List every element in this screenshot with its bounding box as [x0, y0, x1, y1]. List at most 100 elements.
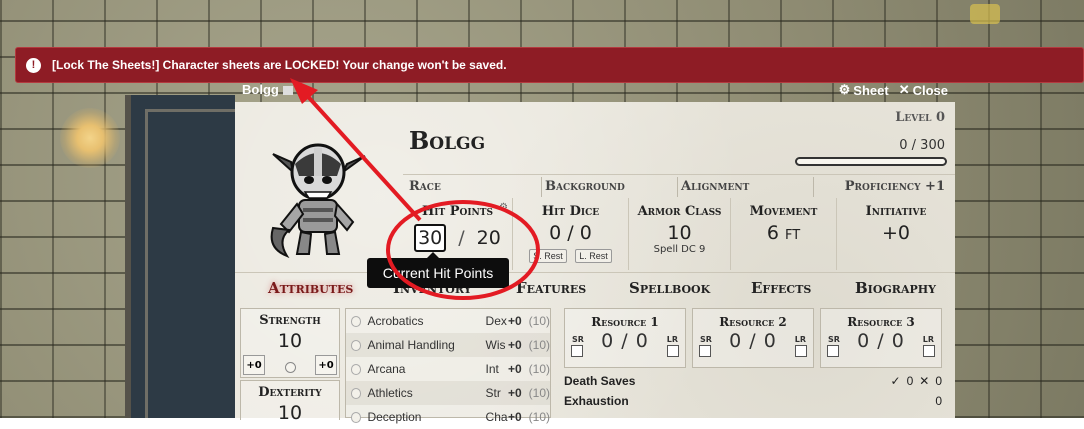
- long-rest-button[interactable]: L. Rest: [575, 249, 612, 263]
- alert-icon: !: [26, 57, 41, 73]
- long-rest-recharge-checkbox[interactable]: [795, 345, 807, 357]
- proficiency-toggle[interactable]: [351, 339, 362, 351]
- sheet-tabs: Attributes Inventory Features Spellbook …: [235, 272, 955, 302]
- long-rest-recharge-checkbox[interactable]: [667, 345, 679, 357]
- skill-passive: (10): [528, 410, 551, 424]
- attribute-strength: Strength 10 +0 +0: [240, 308, 340, 378]
- gear-icon[interactable]: ⚙: [499, 202, 508, 213]
- background-field[interactable]: Background: [545, 179, 625, 194]
- initiative-label: Initiative: [865, 204, 927, 219]
- exhaustion-row: Exhaustion 0: [564, 394, 942, 408]
- character-info-row: Race Background Alignment Proficiency +1: [403, 174, 955, 198]
- current-hp-input[interactable]: 30: [414, 224, 447, 252]
- skill-name: Animal Handling: [367, 338, 455, 352]
- strength-save-proficiency-toggle[interactable]: [285, 362, 296, 373]
- tab-biography[interactable]: Biography: [855, 279, 936, 297]
- resource-label[interactable]: Resource 3: [821, 315, 941, 329]
- strength-modifier-button[interactable]: +0: [243, 355, 265, 375]
- resource-label[interactable]: Resource 2: [693, 315, 813, 329]
- attribute-dexterity: Dexterity 10: [240, 380, 340, 424]
- proficiency-toggle[interactable]: [351, 411, 362, 423]
- skill-modifier[interactable]: +0: [508, 386, 529, 400]
- window-title: Bolgg: [242, 82, 293, 97]
- character-name[interactable]: Bolgg: [409, 126, 485, 155]
- short-rest-recharge-checkbox[interactable]: [827, 345, 839, 357]
- close-icon: ✕: [898, 82, 910, 97]
- close-button[interactable]: ✕ Close: [899, 82, 948, 98]
- resource-label[interactable]: Resource 1: [565, 315, 685, 329]
- skill-modifier[interactable]: +0: [508, 410, 529, 424]
- character-sheet: Bolgg Level 0 0 / 300 Race Background Al…: [235, 102, 955, 424]
- skill-passive: (10): [528, 338, 551, 352]
- map-token-marker: [970, 4, 1000, 24]
- skill-passive: (10): [528, 386, 551, 400]
- long-rest-recharge-checkbox[interactable]: [923, 345, 935, 357]
- hit-dice-label: Hit Dice: [541, 204, 600, 219]
- hit-points-label: Hit Points: [422, 204, 493, 219]
- skill-name: Athletics: [367, 386, 413, 400]
- check-icon: ✓: [890, 374, 901, 388]
- skills-list: Acrobatics Dex +0 (10) Animal Handling W…: [345, 308, 551, 424]
- proficiency-toggle[interactable]: [351, 387, 362, 399]
- movement-value[interactable]: 6 ft: [731, 222, 836, 244]
- skill-row[interactable]: Arcana Int +0 (10): [346, 357, 550, 381]
- armor-class-label: Armor Class: [637, 204, 722, 219]
- skill-row[interactable]: Deception Cha +0 (10): [346, 405, 550, 429]
- short-rest-button[interactable]: S. Rest: [529, 249, 567, 263]
- skill-ability: Cha: [485, 410, 508, 424]
- map-torch-light: [60, 108, 120, 168]
- tab-attributes[interactable]: Attributes: [268, 279, 353, 297]
- armor-class-box: Armor Class 10 Spell DC 9: [629, 198, 731, 270]
- dexterity-label: Dexterity: [258, 385, 322, 400]
- current-hp-tooltip: Current Hit Points: [367, 252, 509, 288]
- short-rest-recharge-label: SR: [828, 335, 840, 344]
- character-window-titlebar[interactable]: Bolgg ⚙ Sheet ✕ Close: [236, 80, 956, 100]
- long-rest-recharge-label: LR: [794, 335, 806, 344]
- initiative-value[interactable]: +0: [837, 222, 955, 244]
- death-save-successes[interactable]: 0: [907, 374, 914, 388]
- hp-separator: /: [458, 227, 465, 249]
- gear-icon: ⚙: [838, 82, 851, 97]
- tab-spellbook[interactable]: Spellbook: [629, 279, 710, 297]
- map-dungeon-area: [125, 95, 235, 418]
- skill-modifier[interactable]: +0: [508, 314, 529, 328]
- tab-effects[interactable]: Effects: [751, 279, 811, 297]
- exhaustion-label: Exhaustion: [564, 394, 629, 408]
- strength-label: Strength: [259, 313, 321, 328]
- movement-label: Movement: [749, 204, 818, 219]
- skill-modifier[interactable]: +0: [508, 362, 529, 376]
- long-rest-recharge-label: LR: [666, 335, 678, 344]
- skill-name: Acrobatics: [367, 314, 424, 328]
- short-rest-recharge-checkbox[interactable]: [571, 345, 583, 357]
- short-rest-recharge-label: SR: [700, 335, 712, 344]
- skill-modifier[interactable]: +0: [508, 338, 529, 352]
- strength-save-button[interactable]: +0: [315, 355, 337, 375]
- initiative-box: Initiative +0: [837, 198, 955, 270]
- skill-row[interactable]: Athletics Str +0 (10): [346, 381, 550, 405]
- character-portrait[interactable]: [253, 132, 383, 262]
- exhaustion-value[interactable]: 0: [935, 394, 942, 408]
- short-rest-recharge-checkbox[interactable]: [699, 345, 711, 357]
- race-field[interactable]: Race: [409, 179, 441, 194]
- resource-3-box: Resource 3 0 / 0 SR LR: [820, 308, 942, 368]
- skill-row[interactable]: Animal Handling Wis +0 (10): [346, 333, 550, 357]
- short-rest-recharge-label: SR: [572, 335, 584, 344]
- hit-dice-value[interactable]: 0 / 0: [513, 222, 628, 244]
- sheet-settings-button[interactable]: ⚙ Sheet: [839, 82, 889, 98]
- experience-value[interactable]: 0 / 300: [899, 138, 945, 153]
- alignment-field[interactable]: Alignment: [681, 179, 749, 194]
- proficiency-toggle[interactable]: [351, 315, 362, 327]
- edit-icon[interactable]: [282, 86, 293, 96]
- tab-features[interactable]: Features: [516, 279, 586, 297]
- dexterity-score[interactable]: 10: [241, 402, 339, 424]
- resource-1-box: Resource 1 0 / 0 SR LR: [564, 308, 686, 368]
- skill-name: Deception: [367, 410, 422, 424]
- armor-class-value[interactable]: 10: [629, 222, 730, 244]
- strength-score[interactable]: 10: [241, 330, 339, 352]
- skill-row[interactable]: Acrobatics Dex +0 (10): [346, 309, 550, 333]
- death-save-failures[interactable]: 0: [935, 374, 942, 388]
- lock-notification-text: [Lock The Sheets!] Character sheets are …: [52, 58, 507, 72]
- proficiency-toggle[interactable]: [351, 363, 362, 375]
- character-level: Level 0: [895, 110, 945, 125]
- max-hp-value[interactable]: 20: [477, 227, 501, 249]
